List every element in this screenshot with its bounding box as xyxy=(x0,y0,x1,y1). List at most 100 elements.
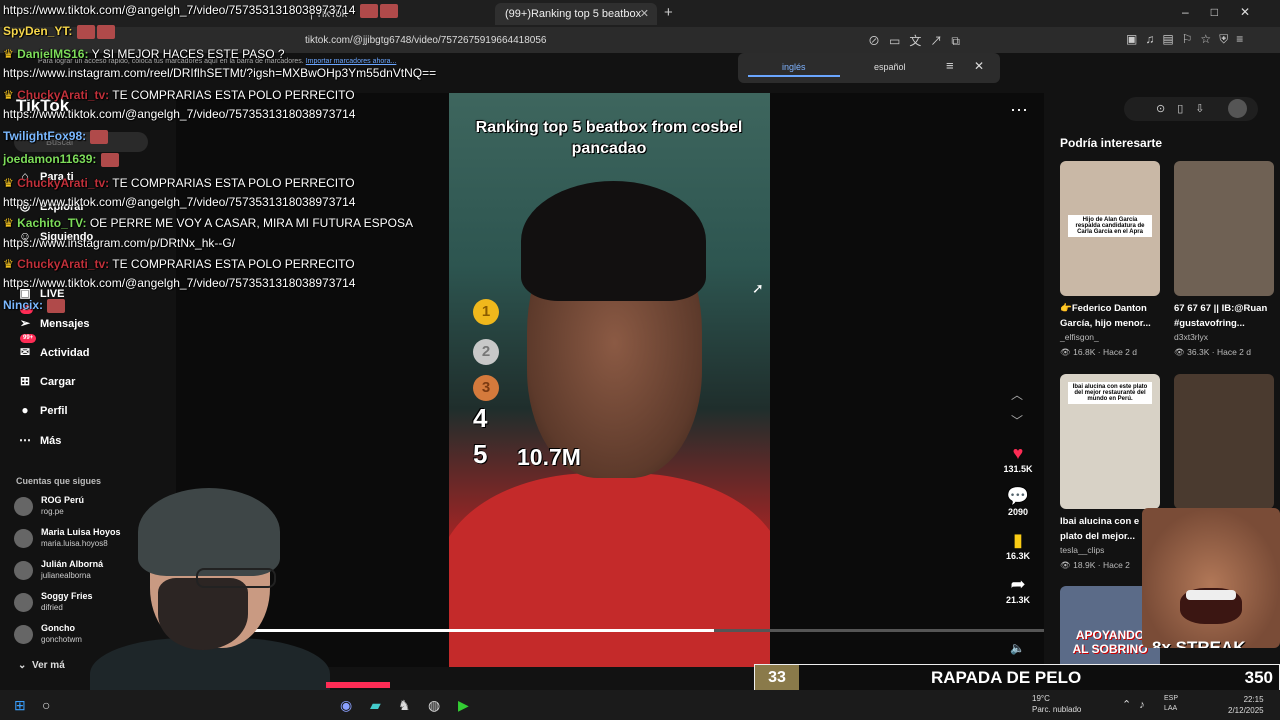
tab-label: (99+)Ranking top 5 beatbox xyxy=(505,8,642,20)
profile-icon: ● xyxy=(21,403,29,417)
app-icon[interactable]: ▰ xyxy=(370,697,381,714)
stream-chat: https://www.tiktok.com/@angelgh_7/video/… xyxy=(0,0,480,320)
emote-icon xyxy=(90,129,109,144)
card-author: d3xt3rlyx xyxy=(1174,332,1209,342)
webcam-glasses xyxy=(196,568,276,588)
windows-start-icon[interactable]: ⊞ xyxy=(14,697,26,714)
close-tab-icon[interactable]: ✕ xyxy=(640,3,649,25)
card-stats: 👁 18.9K · Hace 2 xyxy=(1060,560,1130,570)
more-icon: ⋯ xyxy=(19,433,31,447)
weather-desc: Parc. nublado xyxy=(1032,705,1082,714)
chat-message: joedamon11639: xyxy=(3,152,120,167)
nav-mas[interactable]: ⋯ Más xyxy=(16,430,61,450)
windows-taskbar: ⊞ ○ ◉ ▰ ♞ ◍ ▶ 19°C Parc. nublado ⌃♪ ESP LA… xyxy=(0,690,1280,720)
chat-text: https://www.instagram.com/reel/DRIflhSET… xyxy=(3,66,437,80)
card-stats: 👁 16.8K · Hace 2 d xyxy=(1060,347,1137,357)
save-count: 16.3K xyxy=(1005,551,1031,561)
chevron-down-icon[interactable]: ﹀ xyxy=(1011,412,1023,429)
streak-label: 8x STREAK xyxy=(1152,638,1246,648)
nav-actividad[interactable]: ✉ 99+ Actividad xyxy=(16,334,90,362)
rank-4: 4 xyxy=(473,403,488,433)
chat-message: https://www.instagram.com/reel/DRIflhSET… xyxy=(3,66,436,80)
search-icon[interactable]: ○ xyxy=(42,697,50,713)
eye-icon: 👁 xyxy=(1174,347,1185,357)
chat-text: https://www.tiktok.com/@angelgh_7/video/… xyxy=(3,195,356,209)
play-icon[interactable]: ▶ xyxy=(458,697,469,714)
chat-message: ♛ ChuckyArati_tv: TE COMPRARIAS ESTA POL… xyxy=(3,257,355,271)
following-title: Cuentas que sigues xyxy=(16,476,102,486)
clock[interactable]: 22:15 2/12/2025 xyxy=(1228,694,1264,716)
weather-widget[interactable]: 19°C Parc. nublado xyxy=(1032,693,1081,715)
like-button[interactable]: ♥ 131.5K xyxy=(998,442,1038,474)
activity-badge: 99+ xyxy=(20,334,37,343)
streamer-webcam xyxy=(0,488,330,720)
video-person-shirt xyxy=(449,473,770,667)
chat-message: ♛ ChuckyArati_tv: TE COMPRARIAS ESTA POL… xyxy=(3,176,355,190)
card-views: 36.3K xyxy=(1187,347,1210,357)
chat-text: https://www.tiktok.com/@angelgh_7/video/… xyxy=(3,3,356,17)
chat-message: Nincix: xyxy=(3,298,66,313)
chat-user: Kachito_TV: xyxy=(17,216,87,230)
video-thumbnail[interactable]: Ibai alucina con este plato del mejor re… xyxy=(1060,374,1160,509)
card-views: 16.8K xyxy=(1073,347,1096,357)
translate-lang-target[interactable]: español xyxy=(874,62,906,72)
chat-message: SpyDen_YT: xyxy=(3,24,116,39)
chevron-up-icon[interactable]: ︿ xyxy=(1011,386,1023,403)
card-time: Hace 2 d xyxy=(1102,347,1137,357)
video-thumbnail[interactable] xyxy=(1174,374,1274,509)
save-button[interactable]: ▮ 16.3K xyxy=(998,529,1038,561)
more-options-icon[interactable]: ⋯ xyxy=(1010,100,1028,121)
chat-message: ♛ DanielMS16: Y SI MEJOR HACES ESTE PASO… xyxy=(3,47,285,61)
view-count: 10.7M xyxy=(517,444,581,470)
close-icon[interactable]: ✕ xyxy=(974,59,984,73)
chat-message: https://www.tiktok.com/@angelgh_7/video/… xyxy=(3,107,355,121)
new-tab-icon[interactable]: + xyxy=(664,4,673,21)
app-icon[interactable]: ♞ xyxy=(398,697,411,714)
share-button[interactable]: ➦ 21.3K xyxy=(998,573,1038,605)
nav-cargar[interactable]: ⊞ Cargar xyxy=(16,371,76,391)
card-stats: 👁 36.3K · Hace 2 d xyxy=(1174,347,1251,357)
chat-message: https://www.tiktok.com/@angelgh_7/video/… xyxy=(3,3,399,18)
translate-lang-source[interactable]: inglés xyxy=(782,62,806,72)
nav-perfil[interactable]: ● Perfil xyxy=(16,400,67,420)
nav-label: Actividad xyxy=(40,347,90,359)
video-thumbnail[interactable] xyxy=(1174,161,1274,296)
tab-active[interactable]: (99+)Ranking top 5 beatbox ✕ xyxy=(495,3,657,25)
avatar[interactable] xyxy=(1228,99,1247,118)
comment-button[interactable]: 💬 2090 xyxy=(998,485,1038,517)
meme-teeth xyxy=(1186,590,1236,600)
system-tray[interactable]: ⌃♪ xyxy=(1122,698,1153,711)
chat-message: TwilightFox98: xyxy=(3,129,109,144)
language-indicator[interactable]: ESP LAA xyxy=(1164,694,1178,714)
menu-icon[interactable]: ≡ xyxy=(946,58,954,73)
window-controls[interactable]: –□✕ xyxy=(1182,5,1272,19)
chat-text: Y SI MEJOR HACES ESTE PASO ? xyxy=(91,47,285,61)
crown-icon: ♛ xyxy=(3,47,14,61)
silver-medal-icon: 2 xyxy=(473,339,499,365)
rank-5: 5 xyxy=(473,439,488,469)
lang-top: ESP xyxy=(1164,695,1179,702)
crown-icon: ♛ xyxy=(3,257,14,271)
chat-user: DanielMS16: xyxy=(17,47,89,61)
card-views: 18.9K xyxy=(1073,560,1096,570)
like-count: 131.5K xyxy=(1003,464,1033,474)
translate-popup: inglés español ≡ ✕ xyxy=(738,53,1000,83)
chat-message: ♛ Kachito_TV: OE PERRE ME VOY A CASAR, M… xyxy=(3,216,413,230)
video-frame[interactable]: Ranking top 5 beatbox from cosbel pancad… xyxy=(449,93,770,667)
card-author: _elfisgon_ xyxy=(1060,332,1099,342)
discord-icon[interactable]: ◉ xyxy=(340,697,352,714)
address-bar-icons[interactable]: ⊘▭文↗⧉ xyxy=(868,32,969,49)
bell-icon: ✉ xyxy=(19,345,31,359)
chrome-icon[interactable]: ◍ xyxy=(428,697,440,714)
crown-icon: ♛ xyxy=(3,216,14,230)
comment-count: 2090 xyxy=(1007,507,1029,517)
card-time: Hace 2 xyxy=(1102,560,1130,570)
thumbnail-caption: Ibai alucina con este plato del mejor re… xyxy=(1068,382,1152,404)
toolbar-icons[interactable]: ▣♫▤⚐☆⛨≡ xyxy=(1126,32,1251,47)
card-author: tesla__clips xyxy=(1060,545,1105,555)
volume-icon[interactable]: 🔈 xyxy=(1010,641,1025,655)
thumbnail-caption: APOYANDO AL SOBRINO xyxy=(1072,628,1148,656)
webcam-beard xyxy=(158,578,248,650)
chat-message: https://www.instagram.com/p/DRtNx_hk--G/ xyxy=(3,236,235,250)
video-thumbnail[interactable]: Hijo de Alan García respalda candidatura… xyxy=(1060,161,1160,296)
